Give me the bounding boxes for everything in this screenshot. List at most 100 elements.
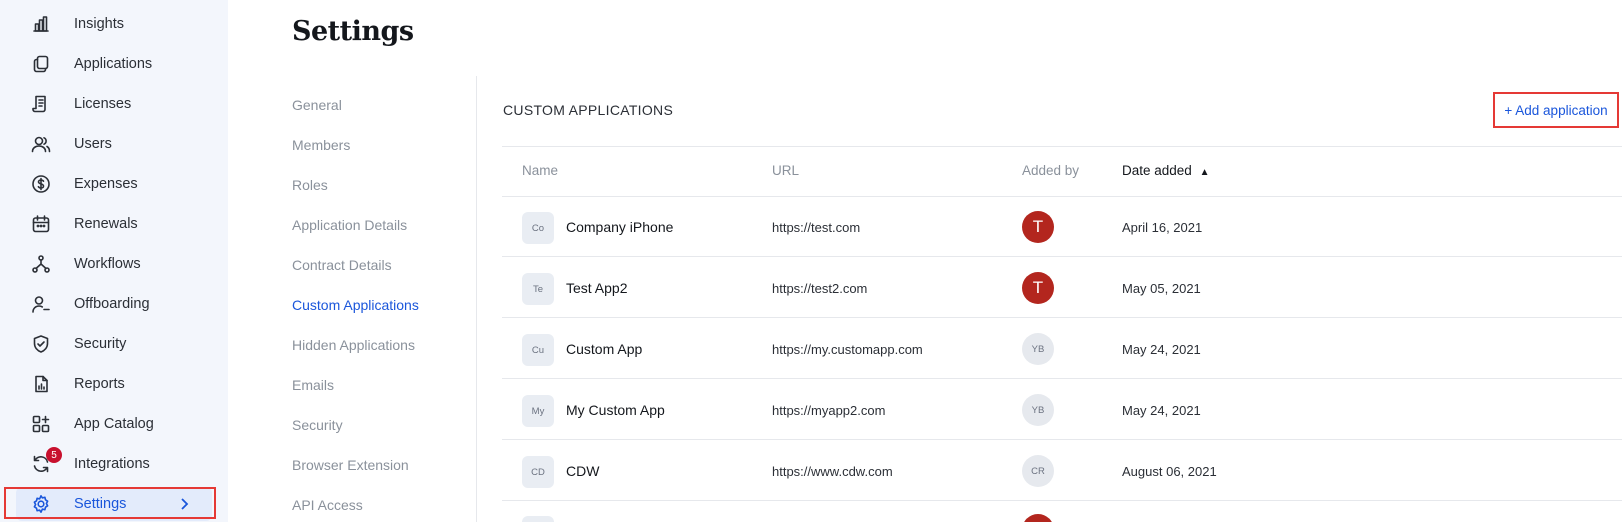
avatar <box>1022 514 1054 522</box>
column-header-url[interactable]: URL <box>772 163 799 178</box>
avatar: YB <box>1022 394 1054 426</box>
sidebar-item-settings[interactable]: Settings <box>16 487 212 521</box>
app-name[interactable]: Company iPhone <box>566 219 673 235</box>
table-row[interactable]: My My Custom App https://myapp2.com YB M… <box>502 380 1622 440</box>
sidebar-item-label: Insights <box>74 16 124 32</box>
table-row[interactable]: Te Test App2 https://test2.com T May 05,… <box>502 258 1622 318</box>
sidebar-item-label: Security <box>74 336 127 352</box>
sidebar-item-insights[interactable]: Insights <box>16 7 212 41</box>
divider <box>502 439 1622 440</box>
sidebar-item-label: Settings <box>74 496 127 512</box>
sidebar-item-applications[interactable]: Applications <box>16 47 212 81</box>
avatar: T <box>1022 272 1054 304</box>
settings-nav-roles[interactable]: Roles <box>292 177 328 193</box>
settings-nav-api-access[interactable]: API Access <box>292 497 363 513</box>
calendar-icon <box>30 213 52 235</box>
sidebar-item-integrations[interactable]: 5 Integrations <box>16 447 212 481</box>
divider <box>476 76 477 522</box>
app-url: https://myapp2.com <box>772 403 886 418</box>
sidebar-item-renewals[interactable]: Renewals <box>16 207 212 241</box>
sidebar-item-offboarding[interactable]: Offboarding <box>16 287 212 321</box>
workflow-icon <box>30 253 52 275</box>
sidebar-item-label: Applications <box>74 56 153 72</box>
sidebar-item-label: Expenses <box>74 176 138 192</box>
document-icon <box>30 93 52 115</box>
settings-nav-emails[interactable]: Emails <box>292 377 334 393</box>
settings-nav-general[interactable]: General <box>292 97 342 113</box>
divider <box>502 317 1622 318</box>
settings-nav-browser-extension[interactable]: Browser Extension <box>292 457 409 473</box>
app-icon <box>522 516 554 522</box>
settings-nav-security[interactable]: Security <box>292 417 343 433</box>
section-title: CUSTOM APPLICATIONS <box>503 102 674 118</box>
app-url: https://test.com <box>772 220 861 235</box>
column-header-name[interactable]: Name <box>522 163 558 178</box>
column-header-added-by[interactable]: Added by <box>1022 163 1079 178</box>
sidebar-item-label: Integrations <box>74 456 150 472</box>
app-icon: Cu <box>522 334 554 366</box>
sort-ascending-icon: ▲ <box>1199 167 1210 178</box>
sidebar-item-label: Licenses <box>74 96 132 112</box>
sidebar-item-label: Renewals <box>74 216 138 232</box>
grid-plus-icon <box>30 413 52 435</box>
avatar: CR <box>1022 455 1054 487</box>
table-row[interactable]: CD CDW https://www.cdw.com CR August 06,… <box>502 441 1622 501</box>
sidebar-item-users[interactable]: Users <box>16 127 212 161</box>
app-url: https://www.cdw.com <box>772 464 893 479</box>
add-application-button[interactable]: + Add application <box>1493 92 1619 128</box>
sidebar-item-licenses[interactable]: Licenses <box>16 87 212 121</box>
app-name[interactable]: CDW <box>566 463 599 479</box>
column-header-label: Date added <box>1122 163 1192 178</box>
sidebar-item-label: Offboarding <box>74 296 150 312</box>
app-name[interactable]: Test App2 <box>566 280 628 296</box>
sync-icon: 5 <box>30 447 62 475</box>
app-name[interactable]: Custom App <box>566 341 642 357</box>
app-icon: Co <box>522 212 554 244</box>
divider <box>502 378 1622 379</box>
divider <box>502 500 1622 501</box>
sidebar-item-workflows[interactable]: Workflows <box>16 247 212 281</box>
settings-nav-contract-details[interactable]: Contract Details <box>292 257 392 273</box>
app-name[interactable]: My Custom App <box>566 402 665 418</box>
date-added: May 24, 2021 <box>1122 403 1201 418</box>
date-added: August 06, 2021 <box>1122 464 1217 479</box>
gear-icon <box>30 493 52 515</box>
app-icon: My <box>522 395 554 427</box>
divider <box>502 146 1622 147</box>
app-url: https://test2.com <box>772 281 868 296</box>
sidebar-item-security[interactable]: Security <box>16 327 212 361</box>
settings-nav-hidden-applications[interactable]: Hidden Applications <box>292 337 415 353</box>
settings-nav-custom-applications[interactable]: Custom Applications <box>292 297 419 313</box>
sidebar-item-label: Workflows <box>74 256 141 272</box>
page-title: Settings <box>292 16 414 47</box>
bar-chart-icon <box>30 13 52 35</box>
dollar-icon <box>30 173 52 195</box>
sidebar-item-label: Reports <box>74 376 125 392</box>
date-added: May 24, 2021 <box>1122 342 1201 357</box>
sidebar-item-expenses[interactable]: Expenses <box>16 167 212 201</box>
user-minus-icon <box>30 293 52 315</box>
column-header-date-added[interactable]: Date added ▲ <box>1122 163 1209 178</box>
table-row[interactable]: Co Company iPhone https://test.com T Apr… <box>502 197 1622 257</box>
users-icon <box>30 133 52 155</box>
date-added: April 16, 2021 <box>1122 220 1203 235</box>
settings-nav-application-details[interactable]: Application Details <box>292 217 407 233</box>
notification-badge: 5 <box>46 447 62 463</box>
table-row-partial <box>502 502 1622 522</box>
sidebar: Insights Applications Licenses Users Exp… <box>0 0 228 522</box>
app-icon: CD <box>522 456 554 488</box>
sidebar-item-app-catalog[interactable]: App Catalog <box>16 407 212 441</box>
app-icon: Te <box>522 273 554 305</box>
divider <box>502 256 1622 257</box>
avatar: YB <box>1022 333 1054 365</box>
sidebar-item-label: App Catalog <box>74 416 154 432</box>
app-url: https://my.customapp.com <box>772 342 923 357</box>
settings-nav-members[interactable]: Members <box>292 137 350 153</box>
report-icon <box>30 373 52 395</box>
sidebar-item-reports[interactable]: Reports <box>16 367 212 401</box>
table-row[interactable]: Cu Custom App https://my.customapp.com Y… <box>502 319 1622 379</box>
chevron-right-icon <box>176 496 192 512</box>
shield-icon <box>30 333 52 355</box>
date-added: May 05, 2021 <box>1122 281 1201 296</box>
sidebar-item-label: Users <box>74 136 112 152</box>
